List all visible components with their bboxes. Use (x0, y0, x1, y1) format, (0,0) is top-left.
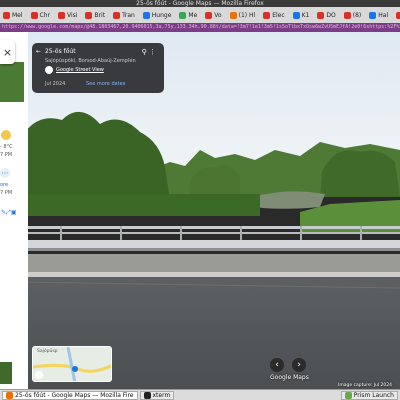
share-icon[interactable]: ⋯ (0, 168, 10, 178)
arrow-left-icon[interactable]: ‹ (270, 358, 284, 372)
tab-favicon-icon (263, 11, 271, 19)
browser-tab[interactable]: Tran (110, 8, 138, 22)
firefox-icon (6, 391, 13, 399)
location-pin-icon[interactable]: ⚲ (142, 48, 147, 56)
address-bar[interactable]: https://www.google.com/maps/@48.1803467,… (0, 23, 400, 32)
terminal-icon (143, 391, 151, 399)
tab-favicon-icon (317, 11, 325, 19)
sun-icon (1, 130, 11, 140)
tab-favicon-icon (58, 11, 66, 19)
browser-tab[interactable]: Chr (28, 8, 53, 22)
tab-favicon-icon (369, 11, 377, 19)
browser-tab[interactable]: Elec (260, 8, 287, 22)
image-capture-label: Image capture: Jul 2024 (338, 383, 393, 388)
photo-thumbnail[interactable] (0, 362, 12, 384)
left-panel: - 8°C 7 PM ⋯ ore 7 PM ✎⤢▣ (0, 32, 28, 389)
tab-strip: Mel Chr Visi Brit Tran Hunge Me Vo (1) H… (0, 7, 400, 23)
browser-tab[interactable]: K1 (290, 8, 313, 22)
tab-favicon-icon (292, 11, 300, 19)
tab-favicon-icon (113, 11, 121, 19)
browser-tab[interactable]: Visi (55, 8, 80, 22)
tab-favicon-icon (30, 11, 38, 19)
time-label: 7 PM (0, 190, 13, 196)
tab-favicon-icon (179, 11, 187, 19)
tab-favicon-icon (396, 11, 400, 19)
browser-tab[interactable]: (8) (341, 8, 365, 22)
tab-favicon-icon (205, 11, 213, 19)
browser-tab[interactable]: Vo (202, 8, 224, 22)
browser-tab[interactable]: Hunge (140, 8, 175, 22)
taskbar-item-firefox[interactable]: 25-ös főút - Google Maps — Mozilla Fire (2, 390, 138, 400)
browser-tab[interactable]: pre (393, 8, 400, 22)
title-bar: 25-ös főút - Google Maps — Mozilla Firef… (0, 0, 400, 7)
browser-tab[interactable]: Mel (0, 8, 26, 22)
browser-tab[interactable]: Hal (366, 8, 391, 22)
street-view-link[interactable]: Google Street View (56, 67, 104, 73)
tab-favicon-icon (142, 11, 150, 19)
location-subtitle: Sajópüspöki, Borsod-Abaúj-Zemplén (45, 58, 136, 64)
prism-icon (344, 391, 352, 399)
tab-favicon-icon (229, 11, 237, 19)
browser-tab[interactable]: Me (176, 8, 200, 22)
taskbar-item-xterm[interactable]: xterm (139, 390, 175, 400)
location-title: 25-ös főút (45, 48, 76, 55)
minimap-label: Sajópüsp (37, 349, 58, 354)
street-view-info-card: ← 25-ös főút Sajópüspöki, Borsod-Abaúj-Z… (32, 43, 164, 93)
photo-tools-icon[interactable]: ✎⤢▣ (1, 209, 27, 217)
see-more-dates-link[interactable]: See more dates (86, 81, 125, 87)
minimap-expand-icon[interactable] (35, 371, 43, 379)
browser-tab[interactable]: Brit (82, 8, 108, 22)
arrow-right-icon[interactable]: › (292, 358, 306, 372)
capture-date: Jul 2024 (45, 81, 66, 87)
taskbar-item-prism[interactable]: Prism Launch (340, 390, 398, 400)
weather-temperature: - 8°C (0, 144, 13, 150)
close-panel-button[interactable]: × (0, 40, 15, 64)
tab-favicon-icon (343, 11, 351, 19)
google-maps-label: Google Maps (270, 374, 309, 381)
browser-tab[interactable]: DO (314, 8, 338, 22)
more-label[interactable]: ore (0, 182, 8, 188)
tab-favicon-icon (3, 11, 10, 19)
more-options-icon[interactable]: ⋮ (149, 48, 156, 56)
browser-tab[interactable]: (1) Hl (227, 8, 259, 22)
place-thumbnail[interactable] (0, 62, 24, 102)
minimap[interactable]: Sajópüsp (32, 346, 112, 382)
street-view-logo-icon (45, 66, 53, 74)
weather-time: 7 PM (0, 152, 13, 158)
back-arrow-icon[interactable]: ← (36, 48, 41, 55)
taskbar: 25-ös főút - Google Maps — Mozilla Fire … (0, 389, 400, 400)
tab-favicon-icon (85, 11, 93, 19)
